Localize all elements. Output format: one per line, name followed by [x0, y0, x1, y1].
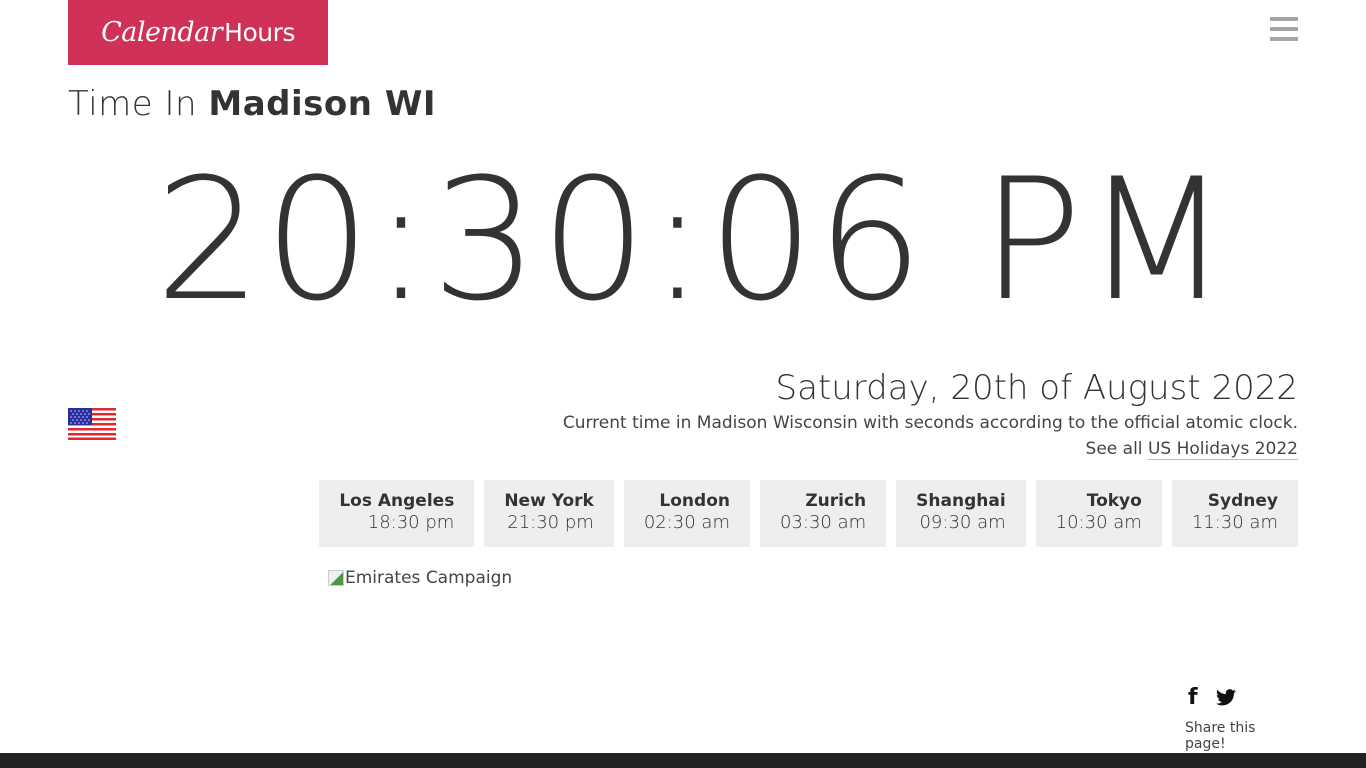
hamburger-menu-icon[interactable] — [1270, 17, 1298, 43]
ad-banner[interactable]: Emirates Campaign — [328, 568, 512, 588]
page-title: Time In Madison WI — [68, 84, 436, 124]
holidays-line: See all US Holidays 2022 — [563, 436, 1298, 462]
city-name: Shanghai — [916, 491, 1006, 511]
city-time: 21:30 pm — [507, 512, 594, 533]
brand-name-part2: Hours — [224, 18, 295, 47]
menu-bar — [1270, 17, 1298, 21]
city-clock-london[interactable]: London 02:30 am — [623, 480, 750, 547]
twitter-icon[interactable] — [1215, 688, 1236, 706]
share-icons: f — [1188, 684, 1298, 710]
current-date: Saturday, 20th of August 2022 — [775, 368, 1298, 408]
broken-image-icon — [328, 570, 344, 586]
city-time: 09:30 am — [919, 512, 1006, 533]
menu-bar — [1270, 37, 1298, 41]
world-clock-list: Los Angeles 18:30 pm New York 21:30 pm L… — [319, 480, 1298, 547]
menu-bar — [1270, 27, 1298, 31]
facebook-icon[interactable]: f — [1188, 685, 1198, 710]
city-name: London — [659, 491, 730, 511]
current-time-clock: 20:30:06 PM — [154, 142, 1232, 338]
title-location: Madison WI — [208, 84, 436, 124]
city-clock-zurich[interactable]: Zurich 03:30 am — [759, 480, 887, 547]
brand-logo[interactable]: Calendar Hours — [68, 0, 328, 65]
city-time: 11:30 am — [1191, 512, 1278, 533]
city-name: Zurich — [805, 491, 867, 511]
title-prefix: Time In — [68, 84, 198, 124]
city-name: Sydney — [1207, 491, 1278, 511]
city-time: 10:30 am — [1055, 512, 1142, 533]
city-time: 02:30 am — [643, 512, 730, 533]
city-name: Tokyo — [1086, 491, 1142, 511]
share-label: Share this page! — [1185, 720, 1256, 752]
city-time: 03:30 am — [779, 512, 867, 533]
city-clock-shanghai[interactable]: Shanghai 09:30 am — [896, 480, 1026, 547]
footer-bar — [0, 753, 1366, 768]
us-flag-icon — [68, 408, 116, 440]
city-time: 18:30 pm — [367, 512, 455, 533]
city-clock-los-angeles[interactable]: Los Angeles 18:30 pm — [319, 480, 475, 547]
share-section: f Share this page! — [1185, 684, 1298, 753]
city-clock-new-york[interactable]: New York 21:30 pm — [484, 480, 614, 547]
city-name: New York — [504, 491, 594, 511]
holidays-prefix: See all — [1085, 439, 1143, 459]
date-block: Saturday, 20th of August 2022 Current ti… — [563, 366, 1298, 462]
time-description: Current time in Madison Wisconsin with s… — [562, 413, 1298, 433]
holidays-link[interactable]: US Holidays 2022 — [1147, 439, 1298, 460]
brand-name-part1: Calendar — [101, 17, 223, 48]
ad-alt-text: Emirates Campaign — [345, 568, 513, 588]
city-clock-tokyo[interactable]: Tokyo 10:30 am — [1035, 480, 1162, 547]
city-name: Los Angeles — [339, 491, 455, 511]
city-clock-sydney[interactable]: Sydney 11:30 am — [1171, 480, 1298, 547]
